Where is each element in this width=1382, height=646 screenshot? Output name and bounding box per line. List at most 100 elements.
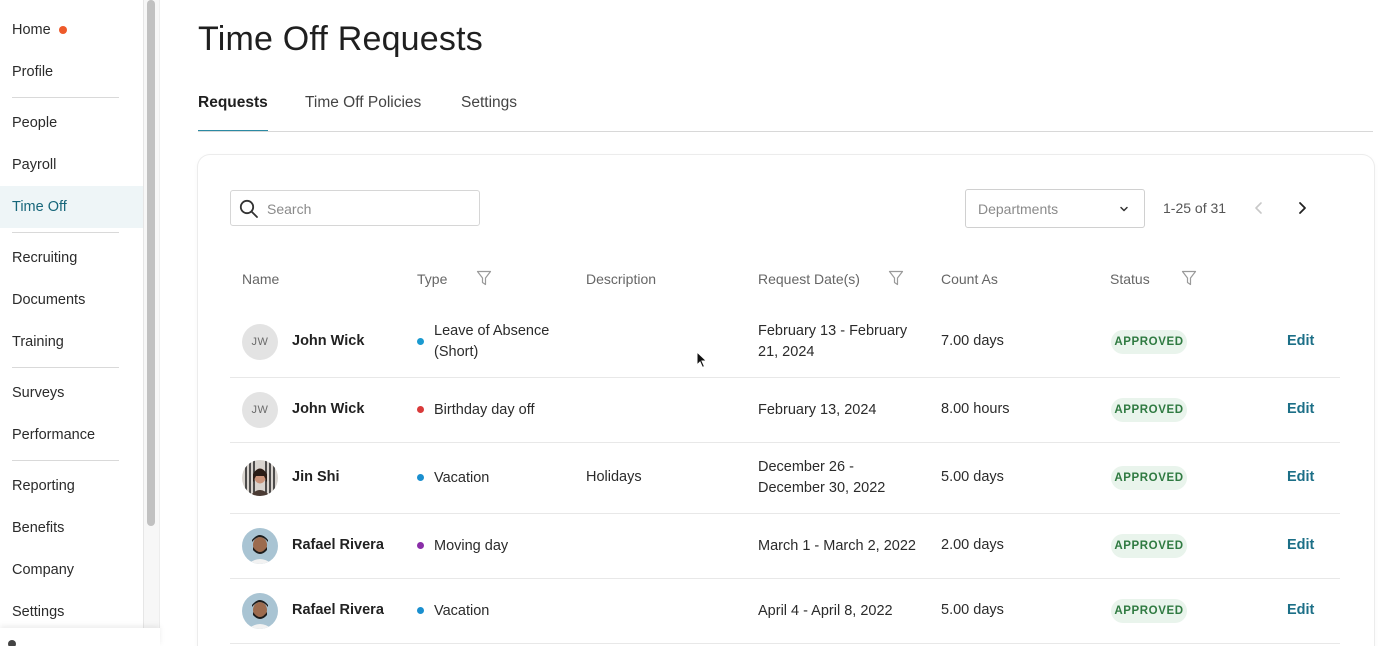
edit-link[interactable]: Edit xyxy=(1287,537,1314,553)
sidebar-item-home[interactable]: Home xyxy=(0,10,144,50)
column-header-name[interactable]: Name xyxy=(242,271,279,287)
type-color-dot xyxy=(417,474,424,481)
sidebar-divider xyxy=(12,367,119,368)
request-dates: April 4 - April 8, 2022 xyxy=(758,603,893,619)
sidebar-item-label: Settings xyxy=(12,604,65,620)
departments-placeholder: Departments xyxy=(978,200,1059,217)
filter-icon[interactable] xyxy=(1181,270,1197,286)
sidebar-item-label: Payroll xyxy=(12,157,57,173)
sidebar-item-label: Recruiting xyxy=(12,250,78,266)
sidebar-item-benefits[interactable]: Benefits xyxy=(0,508,144,548)
sidebar-item-label: Company xyxy=(12,562,75,578)
edit-link[interactable]: Edit xyxy=(1287,602,1314,618)
sidebar-item-time-off[interactable]: Time Off xyxy=(0,186,144,228)
row-divider xyxy=(230,442,1340,443)
footer-avatar-icon xyxy=(8,640,16,646)
request-type: Vacation xyxy=(434,603,490,619)
sidebar-item-surveys[interactable]: Surveys xyxy=(0,373,144,413)
chevron-left-icon[interactable] xyxy=(1250,198,1268,218)
sidebar-scrollbar-thumb[interactable] xyxy=(147,0,155,526)
request-type: Moving day xyxy=(434,538,509,554)
type-color-dot xyxy=(417,607,424,614)
column-header-type[interactable]: Type xyxy=(417,271,447,287)
column-header-description[interactable]: Description xyxy=(586,271,656,287)
pagination-count: 1-25 of 31 xyxy=(1163,200,1227,216)
avatar xyxy=(242,528,278,564)
tab-requests[interactable]: Requests xyxy=(198,94,268,132)
sidebar-footer-peek xyxy=(0,628,160,646)
employee-name: John Wick xyxy=(292,333,365,349)
count-as: 7.00 days xyxy=(941,333,1004,349)
search-icon xyxy=(239,199,258,218)
sidebar-item-documents[interactable]: Documents xyxy=(0,280,144,320)
sidebar-item-label: People xyxy=(12,115,58,131)
sidebar-item-company[interactable]: Company xyxy=(0,550,144,590)
sidebar-item-profile[interactable]: Profile xyxy=(0,52,144,92)
chevron-right-icon[interactable] xyxy=(1293,198,1311,218)
tab-time-off-policies[interactable]: Time Off Policies xyxy=(305,94,421,132)
sidebar: Home Profile People Payroll Time Off Rec… xyxy=(0,0,144,646)
sidebar-divider xyxy=(12,460,119,461)
sidebar-item-recruiting[interactable]: Recruiting xyxy=(0,238,144,278)
sidebar-item-reporting[interactable]: Reporting xyxy=(0,466,144,506)
departments-select[interactable]: Departments xyxy=(965,189,1145,228)
employee-name: Rafael Rivera xyxy=(292,537,384,553)
row-divider xyxy=(230,643,1340,644)
request-dates: February 13, 2024 xyxy=(758,402,877,418)
status-badge: APPROVED xyxy=(1111,398,1187,422)
request-dates: March 1 - March 2, 2022 xyxy=(758,538,916,554)
sidebar-item-label: Training xyxy=(12,334,64,350)
avatar-photo xyxy=(242,528,278,564)
tab-settings[interactable]: Settings xyxy=(461,94,517,132)
edit-link[interactable]: Edit xyxy=(1287,469,1314,485)
sidebar-item-payroll[interactable]: Payroll xyxy=(0,145,144,185)
count-as: 2.00 days xyxy=(941,537,1004,553)
request-type: Vacation xyxy=(434,470,490,486)
employee-name: Jin Shi xyxy=(292,469,340,485)
column-header-request-dates[interactable]: Request Date(s) xyxy=(758,271,860,287)
column-header-count-as[interactable]: Count As xyxy=(941,271,998,287)
sidebar-item-people[interactable]: People xyxy=(0,103,144,143)
avatar-photo xyxy=(242,593,278,629)
sidebar-item-label: Reporting xyxy=(12,478,75,494)
count-as: 5.00 days xyxy=(941,469,1004,485)
search-box[interactable] xyxy=(230,190,480,226)
avatar: JW xyxy=(242,324,278,360)
avatar-photo xyxy=(242,460,278,496)
count-as: 5.00 days xyxy=(941,602,1004,618)
page-title: Time Off Requests xyxy=(198,20,483,58)
edit-link[interactable]: Edit xyxy=(1287,333,1314,349)
avatar: JW xyxy=(242,392,278,428)
avatar xyxy=(242,460,278,496)
sidebar-item-settings[interactable]: Settings xyxy=(0,592,144,632)
filter-icon[interactable] xyxy=(888,270,904,286)
request-dates: February 13 - February 21, 2024 xyxy=(758,323,908,360)
sidebar-item-performance[interactable]: Performance xyxy=(0,415,144,455)
row-divider xyxy=(230,513,1340,514)
sidebar-item-label: Home xyxy=(12,22,51,38)
count-as: 8.00 hours xyxy=(941,401,1010,417)
request-type: Leave of Absence (Short) xyxy=(434,323,550,360)
status-badge: APPROVED xyxy=(1111,534,1187,558)
sidebar-divider xyxy=(12,232,119,233)
edit-link[interactable]: Edit xyxy=(1287,401,1314,417)
row-divider xyxy=(230,377,1340,378)
mouse-cursor-icon xyxy=(696,351,708,369)
sidebar-item-training[interactable]: Training xyxy=(0,322,144,362)
search-input[interactable] xyxy=(267,197,467,221)
sidebar-item-label: Time Off xyxy=(12,199,67,215)
request-dates: December 26 - December 30, 2022 xyxy=(758,459,886,496)
status-badge: APPROVED xyxy=(1111,466,1187,490)
status-badge: APPROVED xyxy=(1111,599,1187,623)
filter-icon[interactable] xyxy=(476,270,492,286)
status-badge: APPROVED xyxy=(1111,330,1187,354)
column-header-status[interactable]: Status xyxy=(1110,271,1150,287)
row-divider xyxy=(230,578,1340,579)
sidebar-item-label: Documents xyxy=(12,292,86,308)
sidebar-item-label: Surveys xyxy=(12,385,65,401)
type-color-dot xyxy=(417,406,424,413)
type-color-dot xyxy=(417,542,424,549)
request-type: Birthday day off xyxy=(434,402,535,418)
employee-name: Rafael Rivera xyxy=(292,602,384,618)
sidebar-item-label: Benefits xyxy=(12,520,65,536)
